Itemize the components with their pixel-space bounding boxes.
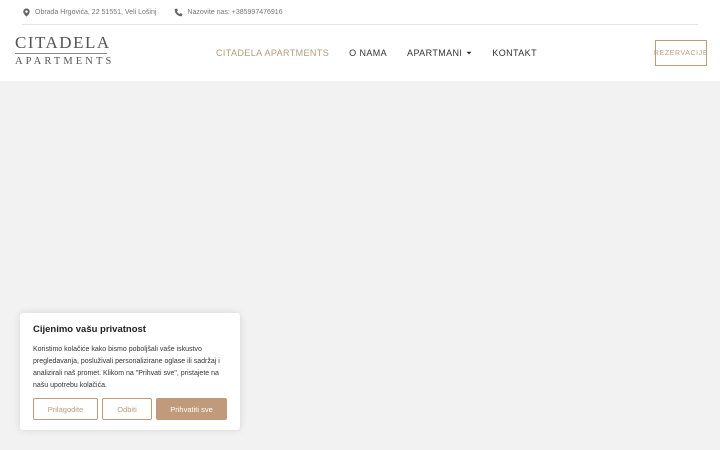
top-bar: Obrada Hrgovića, 22 51551, Veli Lošinj N… (0, 0, 720, 25)
reservations-button[interactable]: REZERVACIJE (654, 40, 707, 66)
site-header: CITADELA APARTMENTS CITADELA APARTMENTS … (0, 25, 720, 81)
cookie-title: Cijenimo vašu privatnost (33, 324, 146, 335)
customize-button[interactable]: Prilagodite (33, 398, 98, 420)
cookie-description: Koristimo kolačiće kako bismo poboljšali… (33, 346, 220, 389)
logo-wordmark-bottom: APARTMENTS (15, 56, 115, 67)
main-nav: CITADELA APARTMENTS O NAMA APARTMANI KON… (216, 25, 557, 81)
chevron-down-icon (466, 50, 472, 56)
logo-wordmark-top: CITADELA (15, 33, 111, 52)
cookie-buttons: Prilagodite Odbiti Prihvatiti sve (33, 398, 227, 420)
nav-item-kontakt[interactable]: KONTAKT (492, 48, 537, 58)
reject-button[interactable]: Odbiti (102, 398, 152, 420)
address-item: Obrada Hrgovića, 22 51551, Veli Lošinj (22, 7, 157, 17)
nav-item-apartmani-label: APARTMANI (407, 48, 463, 58)
cookie-consent-banner: Cijenimo vašu privatnost Koristimo kolač… (20, 313, 240, 430)
phone-icon (174, 8, 183, 17)
accept-all-button[interactable]: Prihvatiti sve (156, 398, 227, 420)
logo[interactable]: CITADELA APARTMENTS (15, 34, 115, 67)
nav-item-citadela-apartments[interactable]: CITADELA APARTMENTS (216, 48, 329, 58)
top-bar-inner: Obrada Hrgovića, 22 51551, Veli Lošinj N… (22, 0, 698, 25)
phone-item[interactable]: Nazovite nas: +385997476916 (174, 8, 283, 17)
phone-text: Nazovite nas: +385997476916 (187, 8, 283, 16)
map-pin-icon (22, 7, 31, 17)
address-text: Obrada Hrgovića, 22 51551, Veli Lošinj (35, 8, 157, 16)
logo-divider (15, 53, 107, 54)
nav-item-o-nama[interactable]: O NAMA (349, 48, 387, 58)
nav-item-apartmani[interactable]: APARTMANI (407, 48, 472, 58)
